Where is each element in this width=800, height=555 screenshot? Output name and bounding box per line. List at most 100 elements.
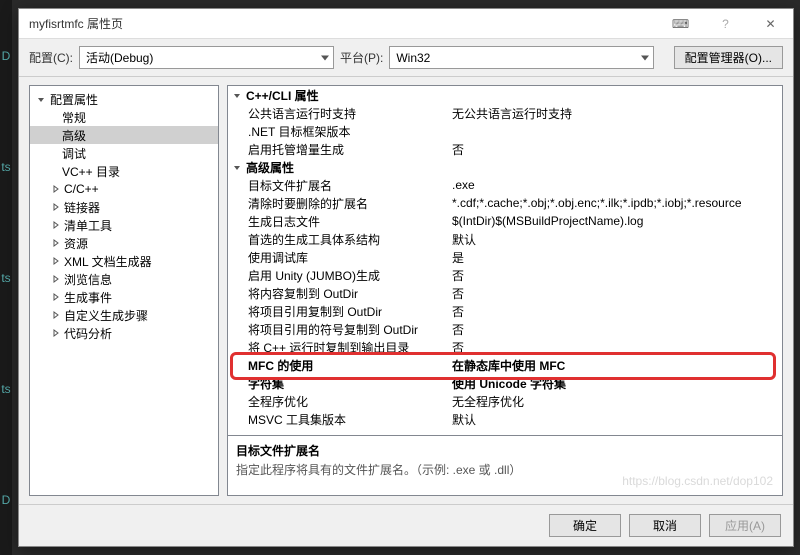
prop-key: 将项目引用复制到 OutDir	[228, 303, 448, 320]
collapse-icon[interactable]	[232, 162, 243, 173]
prop-value[interactable]: .exe	[448, 178, 782, 192]
nav-tree[interactable]: 配置属性常规高级调试VC++ 目录 C/C++ 链接器清单工具资源XML 文档生成器…	[29, 85, 219, 496]
prop-key: 公共语言运行时支持	[228, 105, 448, 122]
tree-label: VC++ 目录	[62, 163, 120, 180]
cancel-button[interactable]: 取消	[629, 514, 701, 537]
prop-value[interactable]: 否	[448, 339, 782, 356]
tree-label: 生成事件	[64, 289, 112, 306]
property-row[interactable]: 全程序优化无全程序优化	[228, 392, 782, 410]
prop-value[interactable]: 否	[448, 267, 782, 284]
tree-node[interactable]: 清单工具	[30, 216, 218, 234]
expand-icon[interactable]	[50, 184, 61, 195]
tree-node[interactable]: VC++ 目录	[30, 162, 218, 180]
tree-label: 资源	[64, 235, 88, 252]
property-row[interactable]: 清除时要删除的扩展名*.cdf;*.cache;*.obj;*.obj.enc;…	[228, 194, 782, 212]
property-row[interactable]: 目标文件扩展名.exe	[228, 176, 782, 194]
platform-label: 平台(P):	[340, 49, 383, 66]
ok-button[interactable]: 确定	[549, 514, 621, 537]
prop-value[interactable]: 在静态库中使用 MFC	[448, 357, 782, 374]
expand-icon[interactable]	[50, 220, 61, 231]
property-row[interactable]: 将 C++ 运行时复制到输出目录否	[228, 338, 782, 356]
property-dialog: myfisrtmfc 属性页 ⌨ ? ✕ 配置(C): 活动(Debug) 平台…	[18, 8, 794, 547]
prop-key: 目标文件扩展名	[228, 177, 448, 194]
prop-value[interactable]: 否	[448, 285, 782, 302]
expand-icon[interactable]	[50, 328, 61, 339]
collapse-icon[interactable]	[232, 90, 243, 101]
prop-value[interactable]: 否	[448, 321, 782, 338]
close-button[interactable]: ✕	[748, 9, 793, 39]
property-row[interactable]: 将项目引用复制到 OutDir否	[228, 302, 782, 320]
property-row[interactable]: .NET 目标框架版本	[228, 122, 782, 140]
footer: 确定 取消 应用(A)	[19, 504, 793, 546]
prop-key: MFC 的使用	[228, 357, 448, 374]
tree-node[interactable]: 调试	[30, 144, 218, 162]
tree-node[interactable]: C/C++	[30, 180, 218, 198]
expand-icon[interactable]	[36, 94, 47, 105]
tree-node[interactable]: 自定义生成步骤	[30, 306, 218, 324]
platform-dropdown[interactable]: Win32	[389, 46, 654, 69]
prop-value[interactable]: $(IntDir)$(MSBuildProjectName).log	[448, 214, 782, 228]
tree-node[interactable]: 高级	[30, 126, 218, 144]
prop-value[interactable]: 默认	[448, 411, 782, 428]
prop-value[interactable]: *.cdf;*.cache;*.obj;*.obj.enc;*.ilk;*.ip…	[448, 196, 782, 210]
property-row[interactable]: 将项目引用的符号复制到 OutDir否	[228, 320, 782, 338]
property-row[interactable]: MFC 的使用在静态库中使用 MFC	[228, 356, 782, 374]
prop-value[interactable]: 否	[448, 141, 782, 158]
property-row[interactable]: 启用 Unity (JUMBO)生成否	[228, 266, 782, 284]
prop-value[interactable]: 无公共语言运行时支持	[448, 105, 782, 122]
prop-key: 清除时要删除的扩展名	[228, 195, 448, 212]
desc-heading: 目标文件扩展名	[236, 442, 774, 459]
property-row[interactable]: 将内容复制到 OutDir否	[228, 284, 782, 302]
expand-icon[interactable]	[50, 274, 61, 285]
expand-icon[interactable]	[50, 238, 61, 249]
config-dropdown[interactable]: 活动(Debug)	[79, 46, 334, 69]
tree-label: 调试	[62, 145, 86, 162]
help-button[interactable]: ?	[703, 9, 748, 39]
keyboard-icon[interactable]: ⌨	[658, 9, 703, 39]
tree-node[interactable]: 常规	[30, 108, 218, 126]
prop-value[interactable]: 无全程序优化	[448, 393, 782, 410]
prop-value[interactable]: 否	[448, 303, 782, 320]
prop-key: MSVC 工具集版本	[228, 411, 448, 428]
tree-label: 清单工具	[64, 217, 112, 234]
tree-node[interactable]: 配置属性	[30, 90, 218, 108]
tree-node[interactable]: XML 文档生成器	[30, 252, 218, 270]
prop-key: 生成日志文件	[228, 213, 448, 230]
property-row[interactable]: 字符集使用 Unicode 字符集	[228, 374, 782, 392]
platform-value: Win32	[396, 51, 430, 65]
config-value: 活动(Debug)	[86, 49, 153, 66]
expand-icon[interactable]	[50, 310, 61, 321]
tree-node[interactable]: 代码分析	[30, 324, 218, 342]
config-manager-button[interactable]: 配置管理器(O)...	[674, 46, 783, 69]
tree-label: C/C++	[64, 182, 99, 196]
section-header[interactable]: 高级属性	[228, 158, 782, 176]
property-row[interactable]: 首选的生成工具体系结构默认	[228, 230, 782, 248]
titlebar: myfisrtmfc 属性页 ⌨ ? ✕	[19, 9, 793, 39]
tree-label: 配置属性	[50, 91, 98, 108]
tree-label: 自定义生成步骤	[64, 307, 148, 324]
property-grid[interactable]: C++/CLI 属性公共语言运行时支持无公共语言运行时支持.NET 目标框架版本…	[227, 85, 783, 436]
prop-key: 将 C++ 运行时复制到输出目录	[228, 339, 448, 356]
tree-node[interactable]: 链接器	[30, 198, 218, 216]
prop-value[interactable]: 使用 Unicode 字符集	[448, 375, 782, 392]
window-title: myfisrtmfc 属性页	[29, 15, 658, 32]
tree-node[interactable]: 资源	[30, 234, 218, 252]
tree-label: 常规	[62, 109, 86, 126]
property-row[interactable]: 使用调试库是	[228, 248, 782, 266]
property-row[interactable]: MSVC 工具集版本默认	[228, 410, 782, 428]
section-header[interactable]: C++/CLI 属性	[228, 86, 782, 104]
tree-node[interactable]: 浏览信息	[30, 270, 218, 288]
expand-icon[interactable]	[50, 256, 61, 267]
prop-value[interactable]: 默认	[448, 231, 782, 248]
prop-key: 启用 Unity (JUMBO)生成	[228, 267, 448, 284]
expand-icon[interactable]	[50, 292, 61, 303]
property-row[interactable]: 公共语言运行时支持无公共语言运行时支持	[228, 104, 782, 122]
tree-label: XML 文档生成器	[64, 253, 152, 270]
prop-value[interactable]: 是	[448, 249, 782, 266]
apply-button[interactable]: 应用(A)	[709, 514, 781, 537]
tree-node[interactable]: 生成事件	[30, 288, 218, 306]
tree-label: 高级	[62, 127, 86, 144]
expand-icon[interactable]	[50, 202, 61, 213]
property-row[interactable]: 生成日志文件$(IntDir)$(MSBuildProjectName).log	[228, 212, 782, 230]
property-row[interactable]: 启用托管增量生成否	[228, 140, 782, 158]
